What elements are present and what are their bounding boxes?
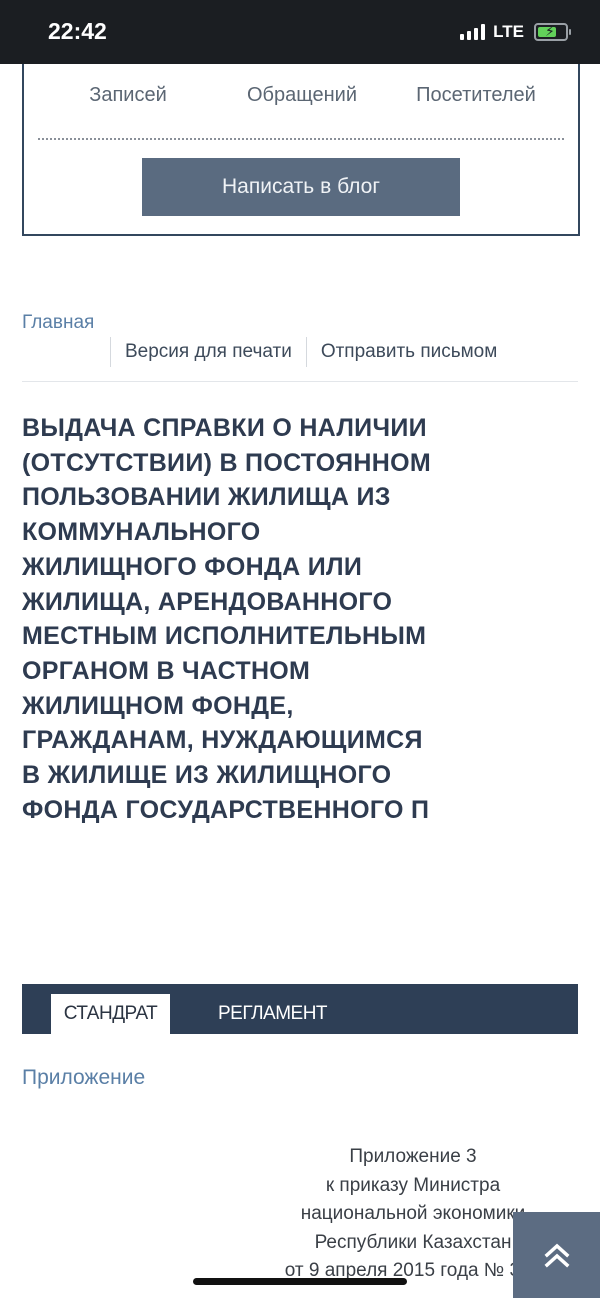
signal-icon bbox=[460, 24, 486, 40]
breadcrumb-home-link[interactable]: Главная bbox=[22, 312, 94, 334]
print-version-link[interactable]: Версия для печати bbox=[111, 341, 306, 363]
tab-bar: СТАНДРАТ РЕГЛАМЕНТ bbox=[22, 984, 578, 1034]
stat-requests-label: Обращений bbox=[247, 84, 357, 106]
network-type: LTE bbox=[493, 22, 524, 41]
double-chevron-up-icon bbox=[544, 1243, 569, 1268]
page-title: ВЫДАЧА СПРАВКИ О НАЛИЧИИ (ОТСУТСТВИИ) В … bbox=[22, 414, 432, 824]
home-indicator bbox=[193, 1278, 407, 1285]
doc-ref-line: Приложение 3 bbox=[349, 1146, 477, 1167]
horizontal-divider bbox=[22, 381, 578, 382]
stat-visitors-label: Посетителей bbox=[416, 84, 536, 106]
send-email-link[interactable]: Отправить письмом bbox=[307, 341, 511, 363]
write-blog-button[interactable]: Написать в блог bbox=[142, 158, 460, 216]
charging-bolt-icon: ⚡ bbox=[545, 23, 555, 39]
dotted-divider bbox=[38, 138, 564, 140]
status-indicators: LTE ⚡ bbox=[460, 22, 571, 42]
stat-posts-label: Записей bbox=[89, 84, 167, 106]
doc-ref-line: к приказу Министра bbox=[325, 1174, 501, 1196]
tab-reglament[interactable]: РЕГЛАМЕНТ bbox=[218, 994, 328, 1034]
status-time: 22:42 bbox=[48, 18, 107, 44]
battery-icon: ⚡ bbox=[534, 23, 571, 41]
page-actions: Версия для печати Отправить письмом bbox=[110, 336, 511, 368]
status-bar: 22:42 LTE ⚡ bbox=[0, 0, 600, 64]
tab-standard[interactable]: СТАНДРАТ bbox=[51, 994, 170, 1034]
scroll-to-top-button[interactable] bbox=[513, 1212, 600, 1298]
appendix-link[interactable]: Приложение bbox=[22, 1066, 145, 1090]
